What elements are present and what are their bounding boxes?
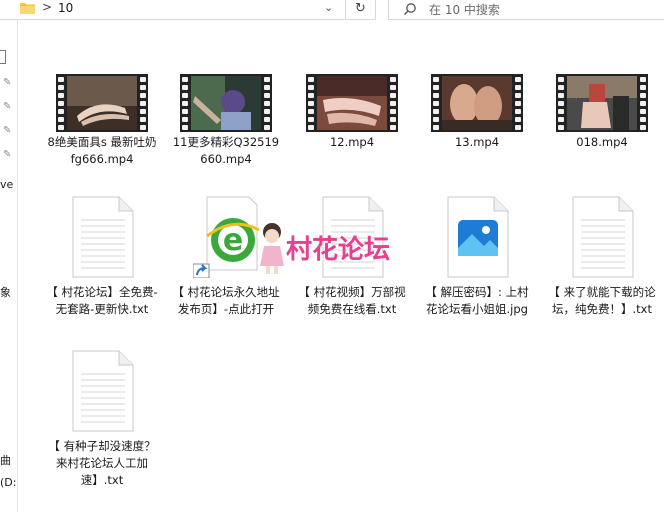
file-name: 【 有种子却没速度？来村花论坛人工加速】.txt xyxy=(48,439,156,487)
nav-expand-box[interactable] xyxy=(0,50,6,64)
folder-icon xyxy=(20,3,35,14)
search-box[interactable]: 在 10 中搜索 xyxy=(388,0,664,20)
pin-icon: ✎ xyxy=(3,101,12,112)
file-name: 12.mp4 xyxy=(329,135,375,149)
file-name: 018.mp4 xyxy=(576,135,628,149)
file-item-video[interactable]: 018.mp4 xyxy=(546,74,658,151)
file-item-image[interactable]: 【 解压密码】: 上村花论坛看小姐姐.jpg xyxy=(421,196,533,318)
file-item-text[interactable]: 【 来了就能下载的论坛，纯免费！】.txt xyxy=(546,196,658,318)
pin-icon: ✎ xyxy=(3,77,12,88)
file-name: 8绝美面具s 最新吐奶fg666.mp4 xyxy=(47,135,157,166)
forum-logo-watermark: 村花论坛 xyxy=(260,223,390,274)
address-toolbar: > 10 ⌄ ↻ 在 10 中搜索 xyxy=(0,0,664,20)
nav-item-label[interactable]: ve - xyxy=(0,178,17,191)
file-name: 【 解压密码】: 上村花论坛看小姐姐.jpg xyxy=(425,285,529,316)
video-thumbnail xyxy=(431,74,523,132)
watermark-text: 村花论坛 xyxy=(286,235,390,265)
file-name: 【 村花论坛】全免费-无套路-更新快.txt xyxy=(46,285,158,316)
file-item-video[interactable]: 13.mp4 xyxy=(421,74,533,151)
file-name: 11更多精彩Q32519660.mp4 xyxy=(172,135,280,166)
refresh-button[interactable]: ↻ xyxy=(346,0,376,20)
address-bar[interactable]: > 10 ⌄ xyxy=(0,0,346,20)
file-name: 【 村花视频】万部视频免费在线看.txt xyxy=(298,285,406,316)
video-thumbnail xyxy=(306,74,398,132)
file-name: 13.mp4 xyxy=(454,135,500,149)
file-name: 【 村花论坛永久地址发布页】-点此打开 xyxy=(172,285,280,316)
video-thumbnail xyxy=(56,74,148,132)
text-file-icon xyxy=(72,350,134,432)
pin-icon: ✎ xyxy=(3,149,12,160)
file-name: 【 来了就能下载的论坛，纯免费！】.txt xyxy=(548,285,656,316)
video-thumbnail xyxy=(556,74,648,132)
file-item-video[interactable]: 8绝美面具s 最新吐奶fg666.mp4 xyxy=(46,74,158,168)
navigation-pane: ✎ ✎ ✎ ✎ ve - 象 曲 (D: xyxy=(0,20,18,512)
search-icon xyxy=(404,3,416,15)
chevron-down-icon[interactable]: ⌄ xyxy=(324,1,333,14)
file-item-video[interactable]: 11更多精彩Q32519660.mp4 xyxy=(170,74,282,168)
nav-item-label[interactable]: 象 xyxy=(0,284,11,300)
nav-item-label[interactable]: (D: xyxy=(0,476,16,489)
file-item-text[interactable]: 【 村花论坛】全免费-无套路-更新快.txt xyxy=(46,196,158,318)
pin-icon: ✎ xyxy=(3,125,12,136)
file-item-text[interactable]: 【 有种子却没速度？来村花论坛人工加速】.txt xyxy=(46,350,158,489)
video-thumbnail xyxy=(180,74,272,132)
text-file-icon xyxy=(72,196,134,278)
breadcrumb-current-folder[interactable]: 10 xyxy=(58,1,73,15)
search-input[interactable]: 在 10 中搜索 xyxy=(429,1,500,18)
breadcrumb-separator[interactable]: > xyxy=(42,0,52,14)
file-item-video[interactable]: 12.mp4 xyxy=(296,74,408,151)
nav-item-label[interactable]: 曲 xyxy=(0,452,11,468)
text-file-icon xyxy=(572,196,634,278)
image-file-icon xyxy=(447,196,509,278)
